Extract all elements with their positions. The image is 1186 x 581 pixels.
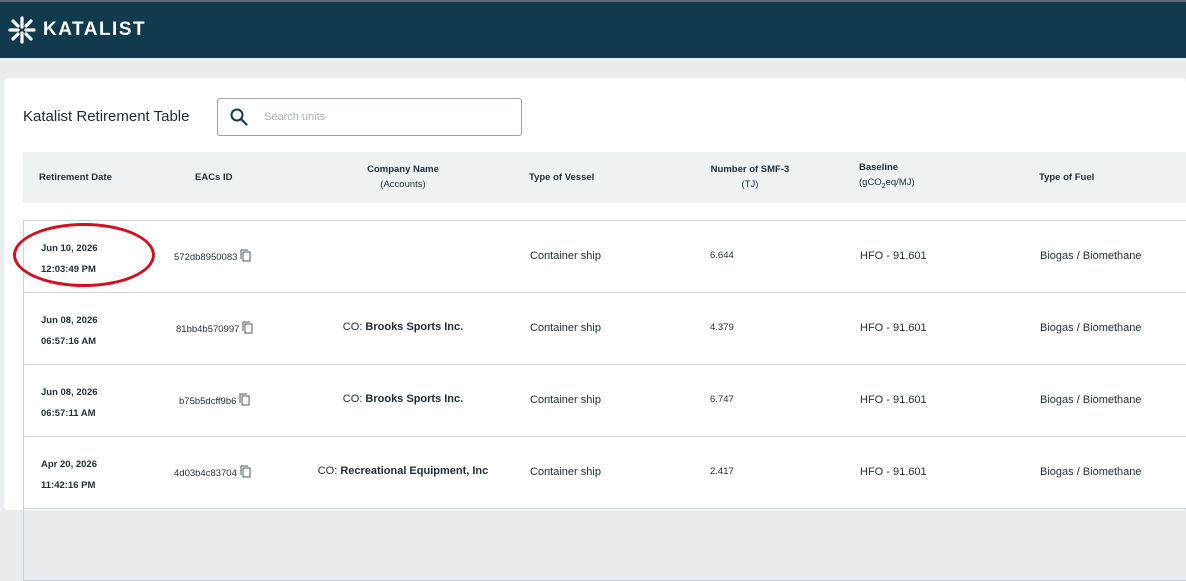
eac-id-cell: 81bb4b570997	[176, 321, 253, 337]
fuel-type: Biogas / Biomethane	[1040, 394, 1142, 406]
col-smf[interactable]: Number of SMF-3 (TJ)	[695, 162, 805, 192]
vessel-type: Container ship	[530, 466, 601, 478]
eac-id-cell: b75b5dcff9b6	[179, 393, 250, 409]
retirement-time: 12:03:49 PM	[41, 264, 96, 275]
table-row[interactable]: Jun 08, 2026 06:57:11 AM b75b5dcff9b6 CO…	[24, 365, 1186, 437]
copy-icon[interactable]	[239, 393, 250, 409]
copy-icon[interactable]	[240, 465, 251, 481]
company-name: Brooks Sports Inc.	[365, 321, 464, 333]
eac-id-cell: 572db8950083	[174, 249, 251, 265]
eac-id: 572db8950083	[174, 251, 238, 263]
top-border	[0, 0, 1186, 2]
baseline-value: HFO - 91.601	[860, 394, 927, 406]
retirement-time: 06:57:16 AM	[41, 336, 97, 347]
col-company-name-line1: Company Name	[367, 164, 439, 175]
col-baseline[interactable]: Baseline (gCO2eq/MJ)	[859, 160, 915, 194]
company-prefix: CO:	[317, 465, 341, 477]
vessel-type: Container ship	[530, 322, 601, 334]
copy-icon[interactable]	[240, 249, 251, 265]
fuel-type: Biogas / Biomethane	[1040, 322, 1142, 334]
search-icon	[230, 108, 248, 126]
search-input[interactable]	[264, 111, 494, 123]
table-row[interactable]	[24, 509, 1186, 581]
company-cell: CO: Brooks Sports Inc.	[283, 321, 523, 333]
table-row[interactable]: Jun 10, 2026 12:03:49 PM 572db8950083 Co…	[24, 221, 1186, 293]
vessel-type: Container ship	[530, 250, 601, 262]
katalist-star-icon	[8, 16, 36, 44]
col-company-name[interactable]: Company Name (Accounts)	[343, 162, 463, 192]
retirement-date: Jun 08, 2026	[41, 315, 98, 326]
company-cell: CO: Recreational Equipment, Inc	[283, 465, 523, 477]
page-title: Katalist Retirement Table	[23, 108, 190, 125]
retirement-date-cell: Jun 08, 2026 06:57:16 AM	[41, 310, 98, 352]
retirement-time: 11:42:16 PM	[41, 480, 96, 491]
top-nav-bar: KATALIST	[0, 0, 1186, 58]
col-company-name-line2: (Accounts)	[380, 179, 426, 190]
copy-icon[interactable]	[242, 321, 253, 337]
col-type-of-fuel[interactable]: Type of Fuel	[1039, 170, 1094, 185]
eac-id: b75b5dcff9b6	[179, 395, 237, 407]
search-box[interactable]	[217, 98, 522, 136]
company-cell: CO: Brooks Sports Inc.	[283, 393, 523, 405]
smf-value: 6.644	[710, 250, 734, 261]
col-retirement-date[interactable]: Retirement Date	[39, 170, 112, 185]
eac-id-cell: 4d03b4c83704	[174, 465, 251, 481]
company-name: Recreational Equipment, Inc	[340, 465, 489, 477]
col-type-of-vessel[interactable]: Type of Vessel	[529, 170, 594, 185]
smf-value: 2.417	[710, 466, 734, 477]
eac-id: 81bb4b570997	[176, 323, 240, 335]
table-body: Jun 10, 2026 12:03:49 PM 572db8950083 Co…	[23, 220, 1186, 581]
retirement-date: Jun 10, 2026	[41, 243, 98, 254]
brand-logo[interactable]: KATALIST	[7, 15, 146, 45]
vessel-type: Container ship	[530, 394, 601, 406]
baseline-value: HFO - 91.601	[860, 466, 927, 478]
retirement-date-cell: Jun 08, 2026 06:57:11 AM	[41, 382, 98, 424]
retirement-time: 06:57:11 AM	[41, 408, 96, 419]
col-baseline-line1: Baseline	[859, 162, 899, 173]
col-smf-line2: (TJ)	[741, 179, 759, 190]
brand-name: KATALIST	[43, 19, 147, 40]
col-baseline-unit-pre: (gCO	[859, 177, 882, 188]
retirement-date-cell: Apr 20, 2026 11:42:16 PM	[41, 454, 97, 496]
col-smf-line1: Number of SMF-3	[710, 164, 790, 175]
company-prefix: CO:	[342, 321, 366, 333]
retirement-table-card: Katalist Retirement Table Retirement Dat…	[4, 78, 1186, 581]
retirement-date-cell: Jun 10, 2026 12:03:49 PM	[41, 238, 98, 280]
retirement-date: Jun 08, 2026	[41, 387, 98, 398]
col-baseline-line2: (gCO2eq/MJ)	[859, 175, 915, 194]
eac-id: 4d03b4c83704	[174, 467, 237, 479]
fuel-type: Biogas / Biomethane	[1040, 466, 1142, 478]
table-row[interactable]: Apr 20, 2026 11:42:16 PM 4d03b4c83704 CO…	[24, 437, 1186, 509]
table-row[interactable]: Jun 08, 2026 06:57:16 AM 81bb4b570997 CO…	[24, 293, 1186, 365]
retirement-date: Apr 20, 2026	[41, 459, 97, 470]
baseline-value: HFO - 91.601	[860, 322, 927, 334]
col-eacs-id[interactable]: EACs ID	[195, 170, 232, 185]
fuel-type: Biogas / Biomethane	[1040, 250, 1142, 262]
col-baseline-unit-post: eq/MJ)	[885, 177, 915, 188]
company-name: Brooks Sports Inc.	[365, 393, 464, 405]
smf-value: 4.379	[710, 322, 734, 333]
baseline-value: HFO - 91.601	[860, 250, 927, 262]
company-prefix: CO:	[342, 393, 366, 405]
table-header: Retirement Date EACs ID Company Name (Ac…	[23, 152, 1186, 203]
smf-value: 6.747	[710, 394, 734, 405]
